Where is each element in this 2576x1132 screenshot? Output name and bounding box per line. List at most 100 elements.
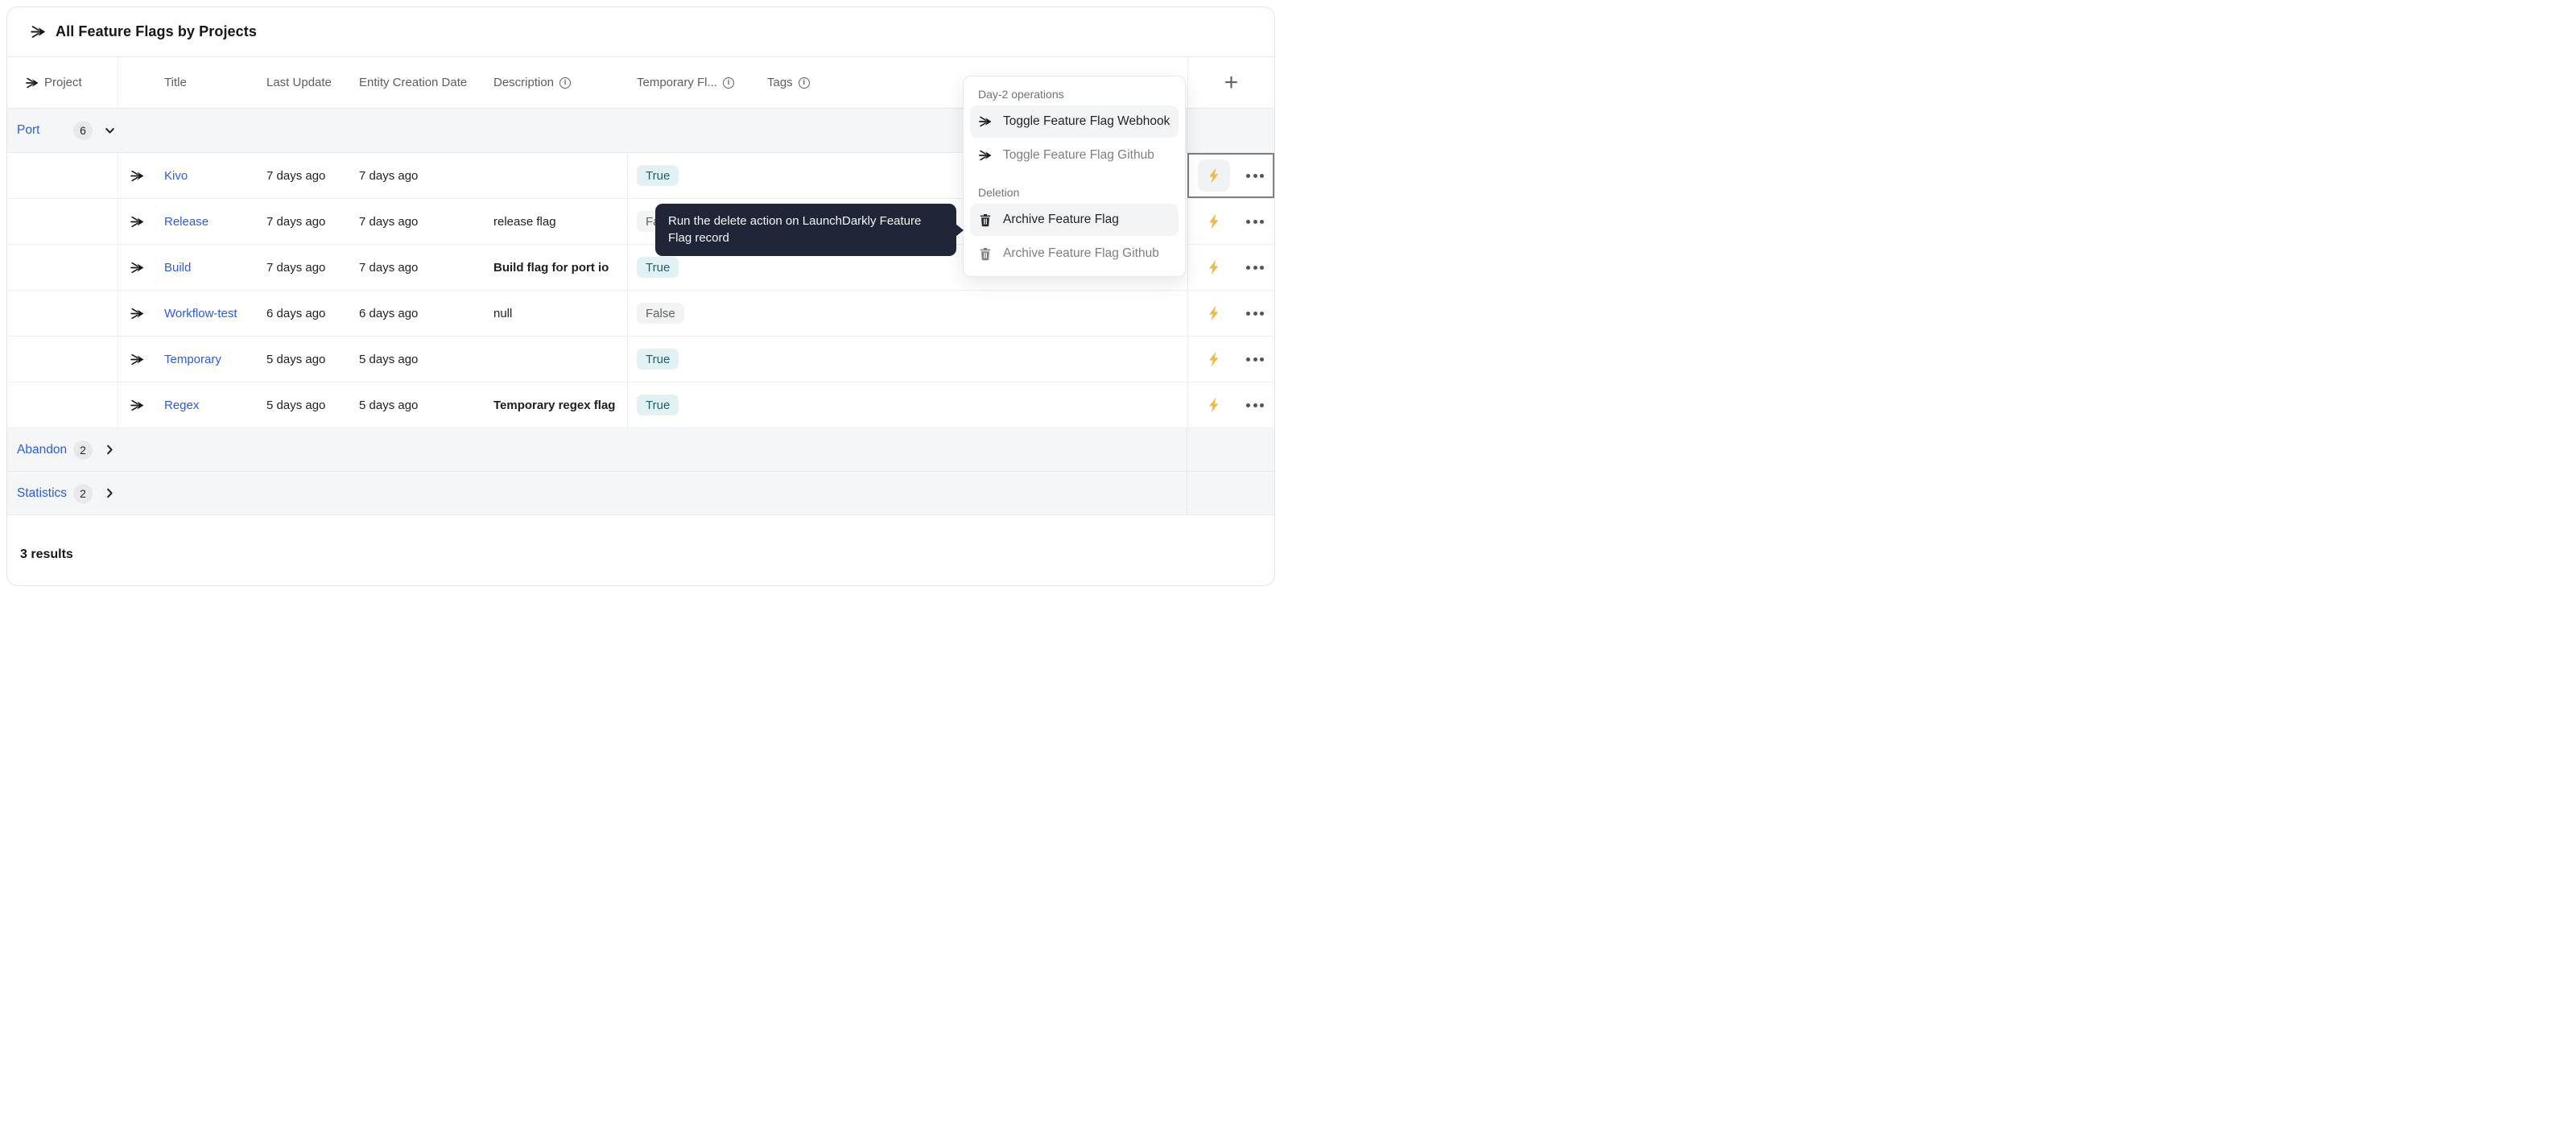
creation-date-cell: 5 days ago [357,337,492,382]
entity-link[interactable]: Release [164,215,208,229]
temporary-flag-cell: True [628,337,767,382]
column-header-arrow-spacer [118,57,163,108]
title-cell: Release [163,199,265,244]
trash-icon [978,213,993,227]
run-action-bolt-button[interactable] [1198,251,1230,283]
menu-section-label: Day-2 operations [970,83,1179,105]
actions-cell [1187,291,1274,336]
menu-item-label: Toggle Feature Flag Webhook [1003,114,1170,129]
actions-cell [1187,337,1274,382]
actions-cell [1187,382,1274,428]
creation-date-cell: 6 days ago [357,291,492,336]
menu-item-label: Archive Feature Flag [1003,213,1119,227]
row-menu-button[interactable] [1245,262,1265,273]
run-action-bolt-button[interactable] [1198,297,1230,329]
group-link-abandon[interactable]: Abandon [17,443,73,457]
port-arrow-icon [25,76,39,90]
info-icon[interactable] [723,77,734,89]
column-header-last-update-label: Last Update [266,76,332,89]
open-entity-arrow-icon[interactable] [130,214,145,229]
row-menu-button[interactable] [1245,308,1265,319]
last-update-cell: 5 days ago [265,382,357,428]
arrow-cell [118,382,163,428]
actions-cell [1187,245,1274,290]
run-action-bolt-button[interactable] [1198,205,1230,238]
add-column-button[interactable]: + [1216,69,1247,97]
open-entity-arrow-icon[interactable] [130,260,145,275]
chevron-right-icon[interactable] [103,443,117,457]
group-row-statistics[interactable]: Statistics 2 [7,472,1274,515]
group-link-port[interactable]: Port [17,123,73,138]
description-cell: Temporary regex flag [492,382,628,428]
table-row: Workflow-test 6 days ago 6 days ago null… [7,291,1274,337]
open-entity-arrow-icon[interactable] [130,168,145,184]
title-cell: Regex [163,382,265,428]
menu-item-toggle-feature-flag-webhook[interactable]: Toggle Feature Flag Webhook [970,105,1179,138]
group-row-statistics-main: Statistics 2 [7,472,1187,514]
creation-date-cell: 7 days ago [357,199,492,244]
info-icon[interactable] [799,77,810,89]
trash-icon [978,246,993,261]
entity-link[interactable]: Temporary [164,353,221,366]
title-cell: Temporary [163,337,265,382]
menu-item-toggle-feature-flag-github[interactable]: Toggle Feature Flag Github [970,139,1179,171]
description-cell: release flag [492,199,628,244]
menu-item-archive-feature-flag-github[interactable]: Archive Feature Flag Github [970,238,1179,270]
flag-badge: True [637,395,679,415]
table-footer: 3 results [7,515,1274,562]
column-header-tags-label: Tags [767,76,793,89]
temporary-flag-cell: False [628,291,767,336]
row-menu-button[interactable] [1245,171,1265,181]
entity-link[interactable]: Build [164,261,191,275]
open-entity-arrow-icon[interactable] [130,352,145,367]
column-header-description-label: Description [493,76,554,89]
description-cell [492,153,628,198]
column-header-entity-creation-date: Entity Creation Date [357,57,492,108]
run-action-bolt-button[interactable] [1198,389,1230,421]
port-arrow-icon [30,23,47,40]
project-cell [7,199,118,244]
entity-link[interactable]: Kivo [164,169,188,183]
chevron-down-icon[interactable] [103,124,117,138]
creation-date-cell: 7 days ago [357,245,492,290]
port-arrow-icon [978,148,993,163]
row-menu-button[interactable] [1245,400,1265,411]
run-action-bolt-button[interactable] [1198,159,1230,192]
open-entity-arrow-icon[interactable] [130,306,145,321]
last-update-cell: 6 days ago [265,291,357,336]
project-cell [7,382,118,428]
arrow-cell [118,291,163,336]
entity-link[interactable]: Regex [164,399,199,412]
chevron-right-icon[interactable] [103,486,117,500]
menu-item-label: Archive Feature Flag Github [1003,246,1159,261]
run-action-bolt-button[interactable] [1198,343,1230,375]
menu-section-label: Deletion [970,181,1179,204]
arrow-cell [118,153,163,198]
results-count: 3 results [20,547,73,561]
column-header-last-update: Last Update [265,57,357,108]
group-row-abandon[interactable]: Abandon 2 [7,428,1274,472]
column-header-project: Project [7,57,118,108]
title-cell: Kivo [163,153,265,198]
column-header-actions: + [1187,57,1274,108]
project-cell [7,245,118,290]
row-menu-button[interactable] [1245,217,1265,227]
temporary-flag-cell: True [628,153,767,198]
open-entity-arrow-icon[interactable] [130,398,145,413]
group-row-actions-cell [1187,472,1274,514]
flag-badge: True [637,349,679,370]
info-icon[interactable] [559,77,571,89]
entity-link[interactable]: Workflow-test [164,307,237,320]
column-header-temporary-flag: Temporary Fl... [628,57,767,108]
row-menu-button[interactable] [1245,354,1265,365]
tooltip-caret [956,224,964,237]
table-row: Temporary 5 days ago 5 days ago True [7,337,1274,382]
title-cell: Build [163,245,265,290]
arrow-cell [118,199,163,244]
table-row: Regex 5 days ago 5 days ago Temporary re… [7,382,1274,428]
actions-cell [1187,199,1274,244]
group-link-statistics[interactable]: Statistics [17,486,73,501]
menu-item-archive-feature-flag[interactable]: Archive Feature Flag [970,204,1179,236]
arrow-cell [118,337,163,382]
group-count-badge: 2 [73,484,93,503]
